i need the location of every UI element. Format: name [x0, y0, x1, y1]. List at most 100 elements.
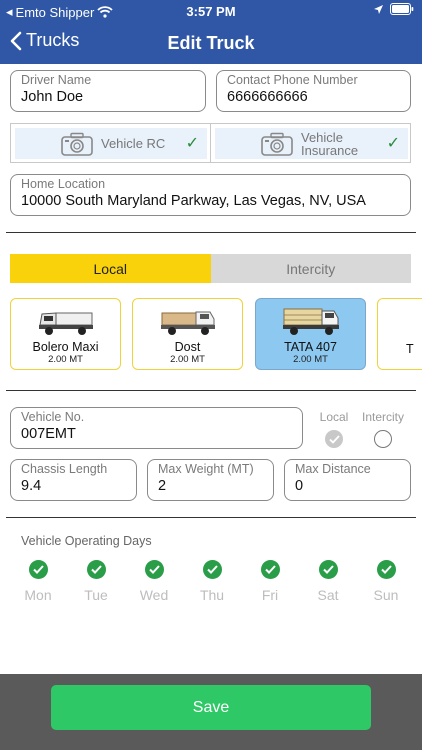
day-check[interactable]: [144, 560, 164, 579]
day-label: Tue: [84, 587, 108, 603]
radio-intercity[interactable]: Intercity: [358, 410, 408, 448]
max-weight-field[interactable]: Max Weight (MT) 2: [147, 459, 274, 501]
chassis-length-value: 9.4: [21, 478, 42, 494]
vehicle-rc-upload[interactable]: Vehicle RC ✓: [15, 128, 207, 159]
vehicle-no-label: Vehicle No.: [21, 410, 85, 424]
max-distance-field[interactable]: Max Distance 0: [284, 459, 411, 501]
divider: [6, 232, 416, 233]
checkmark-icon: [148, 565, 160, 574]
checkmark-icon: [380, 565, 392, 574]
navigation-bar: Trucks Edit Truck: [0, 24, 422, 64]
trip-type-segment: Local Intercity: [10, 254, 411, 283]
day-label: Mon: [24, 587, 52, 603]
day-wed[interactable]: Wed: [132, 560, 176, 603]
day-thu[interactable]: Thu: [190, 560, 234, 603]
checkmark-icon: ✓: [185, 135, 199, 152]
home-location-field[interactable]: Home Location 10000 South Maryland Parkw…: [10, 174, 411, 216]
truck-icon: [160, 311, 215, 335]
max-weight-value: 2: [158, 478, 167, 494]
camera-icon: [261, 132, 293, 156]
day-check[interactable]: [28, 560, 48, 579]
home-location-label: Home Location: [21, 177, 106, 191]
vehicle-insurance-label: Vehicle Insurance: [301, 131, 358, 157]
max-distance-label: Max Distance: [295, 462, 371, 476]
checkmark-icon: ✓: [386, 135, 400, 152]
save-button[interactable]: Save: [51, 685, 371, 730]
day-tue[interactable]: Tue: [74, 560, 118, 603]
driver-name-value: John Doe: [21, 89, 84, 105]
radio-intercity-label: Intercity: [361, 410, 404, 424]
day-label: Thu: [199, 587, 225, 603]
vehicle-name: Bolero Maxi: [32, 340, 99, 354]
vehicle-insurance-upload[interactable]: Vehicle Insurance ✓: [215, 128, 408, 159]
documents-divider: [210, 124, 211, 162]
truck-icon: [282, 308, 339, 335]
documents-row: Vehicle RC ✓ Vehicle Insurance ✓: [10, 123, 411, 163]
checkmark-icon: [264, 565, 276, 574]
driver-name-field[interactable]: Driver Name John Doe: [10, 70, 206, 112]
day-check[interactable]: [86, 560, 106, 579]
checkmark-icon: [90, 565, 102, 574]
day-label: Wed: [139, 587, 169, 603]
vehicle-rc-label: Vehicle RC: [101, 136, 166, 151]
divider: [6, 517, 416, 518]
vehicle-card-partial[interactable]: T: [377, 298, 422, 370]
status-time: 3:57 PM: [186, 4, 236, 19]
truck-icon: [38, 312, 93, 335]
vehicle-card-tata-407[interactable]: TATA 407 2.00 MT: [255, 298, 366, 370]
footer-bar: Save: [0, 674, 422, 750]
radio-intercity-button[interactable]: [374, 430, 392, 448]
vehicle-no-value: 007EMT: [21, 426, 76, 442]
radio-local-button[interactable]: [325, 430, 343, 448]
contact-phone-label: Contact Phone Number: [227, 73, 358, 87]
status-right: [373, 3, 414, 15]
checkmark-icon: [328, 434, 340, 444]
vehicle-weight: 2.00 MT: [48, 354, 83, 365]
day-sat[interactable]: Sat: [306, 560, 350, 603]
checkmark-icon: [206, 565, 218, 574]
chassis-length-label: Chassis Length: [21, 462, 108, 476]
operating-days-title: Vehicle Operating Days: [21, 534, 152, 548]
divider: [6, 390, 416, 391]
edit-truck-screen: ◂ Emto Shipper 3:57 PM Trucks Edit Truck…: [0, 0, 422, 750]
top-bar: ◂ Emto Shipper 3:57 PM Trucks Edit Truck: [0, 0, 422, 64]
vehicle-weight: 2.00 MT: [170, 354, 205, 365]
home-location-value: 10000 South Maryland Parkway, Las Vegas,…: [21, 193, 366, 209]
vehicle-name: TATA 407: [284, 340, 337, 354]
vehicle-no-field[interactable]: Vehicle No. 007EMT: [10, 407, 303, 449]
vehicle-type-carousel[interactable]: Bolero Maxi 2.00 MT Dost 2.00 MT TATA 40…: [10, 298, 422, 370]
chassis-length-field[interactable]: Chassis Length 9.4: [10, 459, 137, 501]
vehicle-insurance-line2: Insurance: [301, 142, 359, 158]
page-title: Edit Truck: [167, 33, 255, 53]
day-check[interactable]: [376, 560, 396, 579]
driver-name-label: Driver Name: [21, 73, 92, 87]
day-check[interactable]: [318, 560, 338, 579]
max-distance-value: 0: [295, 478, 304, 494]
day-fri[interactable]: Fri: [248, 560, 292, 603]
day-sun[interactable]: Sun: [364, 560, 408, 603]
vehicle-card-bolero-maxi[interactable]: Bolero Maxi 2.00 MT: [10, 298, 121, 370]
radio-local-label: Local: [319, 410, 349, 424]
location-arrow-icon: [374, 4, 383, 14]
day-label: Sun: [373, 587, 399, 603]
vehicle-name: T: [406, 342, 414, 356]
vehicle-weight: 2.00 MT: [293, 354, 328, 365]
camera-icon: [61, 132, 93, 156]
day-label: Sat: [317, 587, 339, 603]
tab-local[interactable]: Local: [10, 254, 211, 283]
status-bar: ◂ Emto Shipper 3:57 PM: [0, 0, 422, 22]
battery-icon: [390, 3, 414, 15]
vehicle-name: Dost: [174, 340, 201, 354]
vehicle-card-dost[interactable]: Dost 2.00 MT: [132, 298, 243, 370]
day-check[interactable]: [202, 560, 222, 579]
max-weight-label: Max Weight (MT): [158, 462, 254, 476]
checkmark-icon: [32, 565, 44, 574]
day-check[interactable]: [260, 560, 280, 579]
contact-phone-field[interactable]: Contact Phone Number 6666666666: [216, 70, 411, 112]
tab-intercity[interactable]: Intercity: [210, 254, 411, 283]
radio-local[interactable]: Local: [313, 410, 355, 448]
contact-phone-value: 6666666666: [227, 89, 308, 105]
day-mon[interactable]: Mon: [16, 560, 60, 603]
day-label: Fri: [261, 587, 279, 603]
checkmark-icon: [322, 565, 334, 574]
